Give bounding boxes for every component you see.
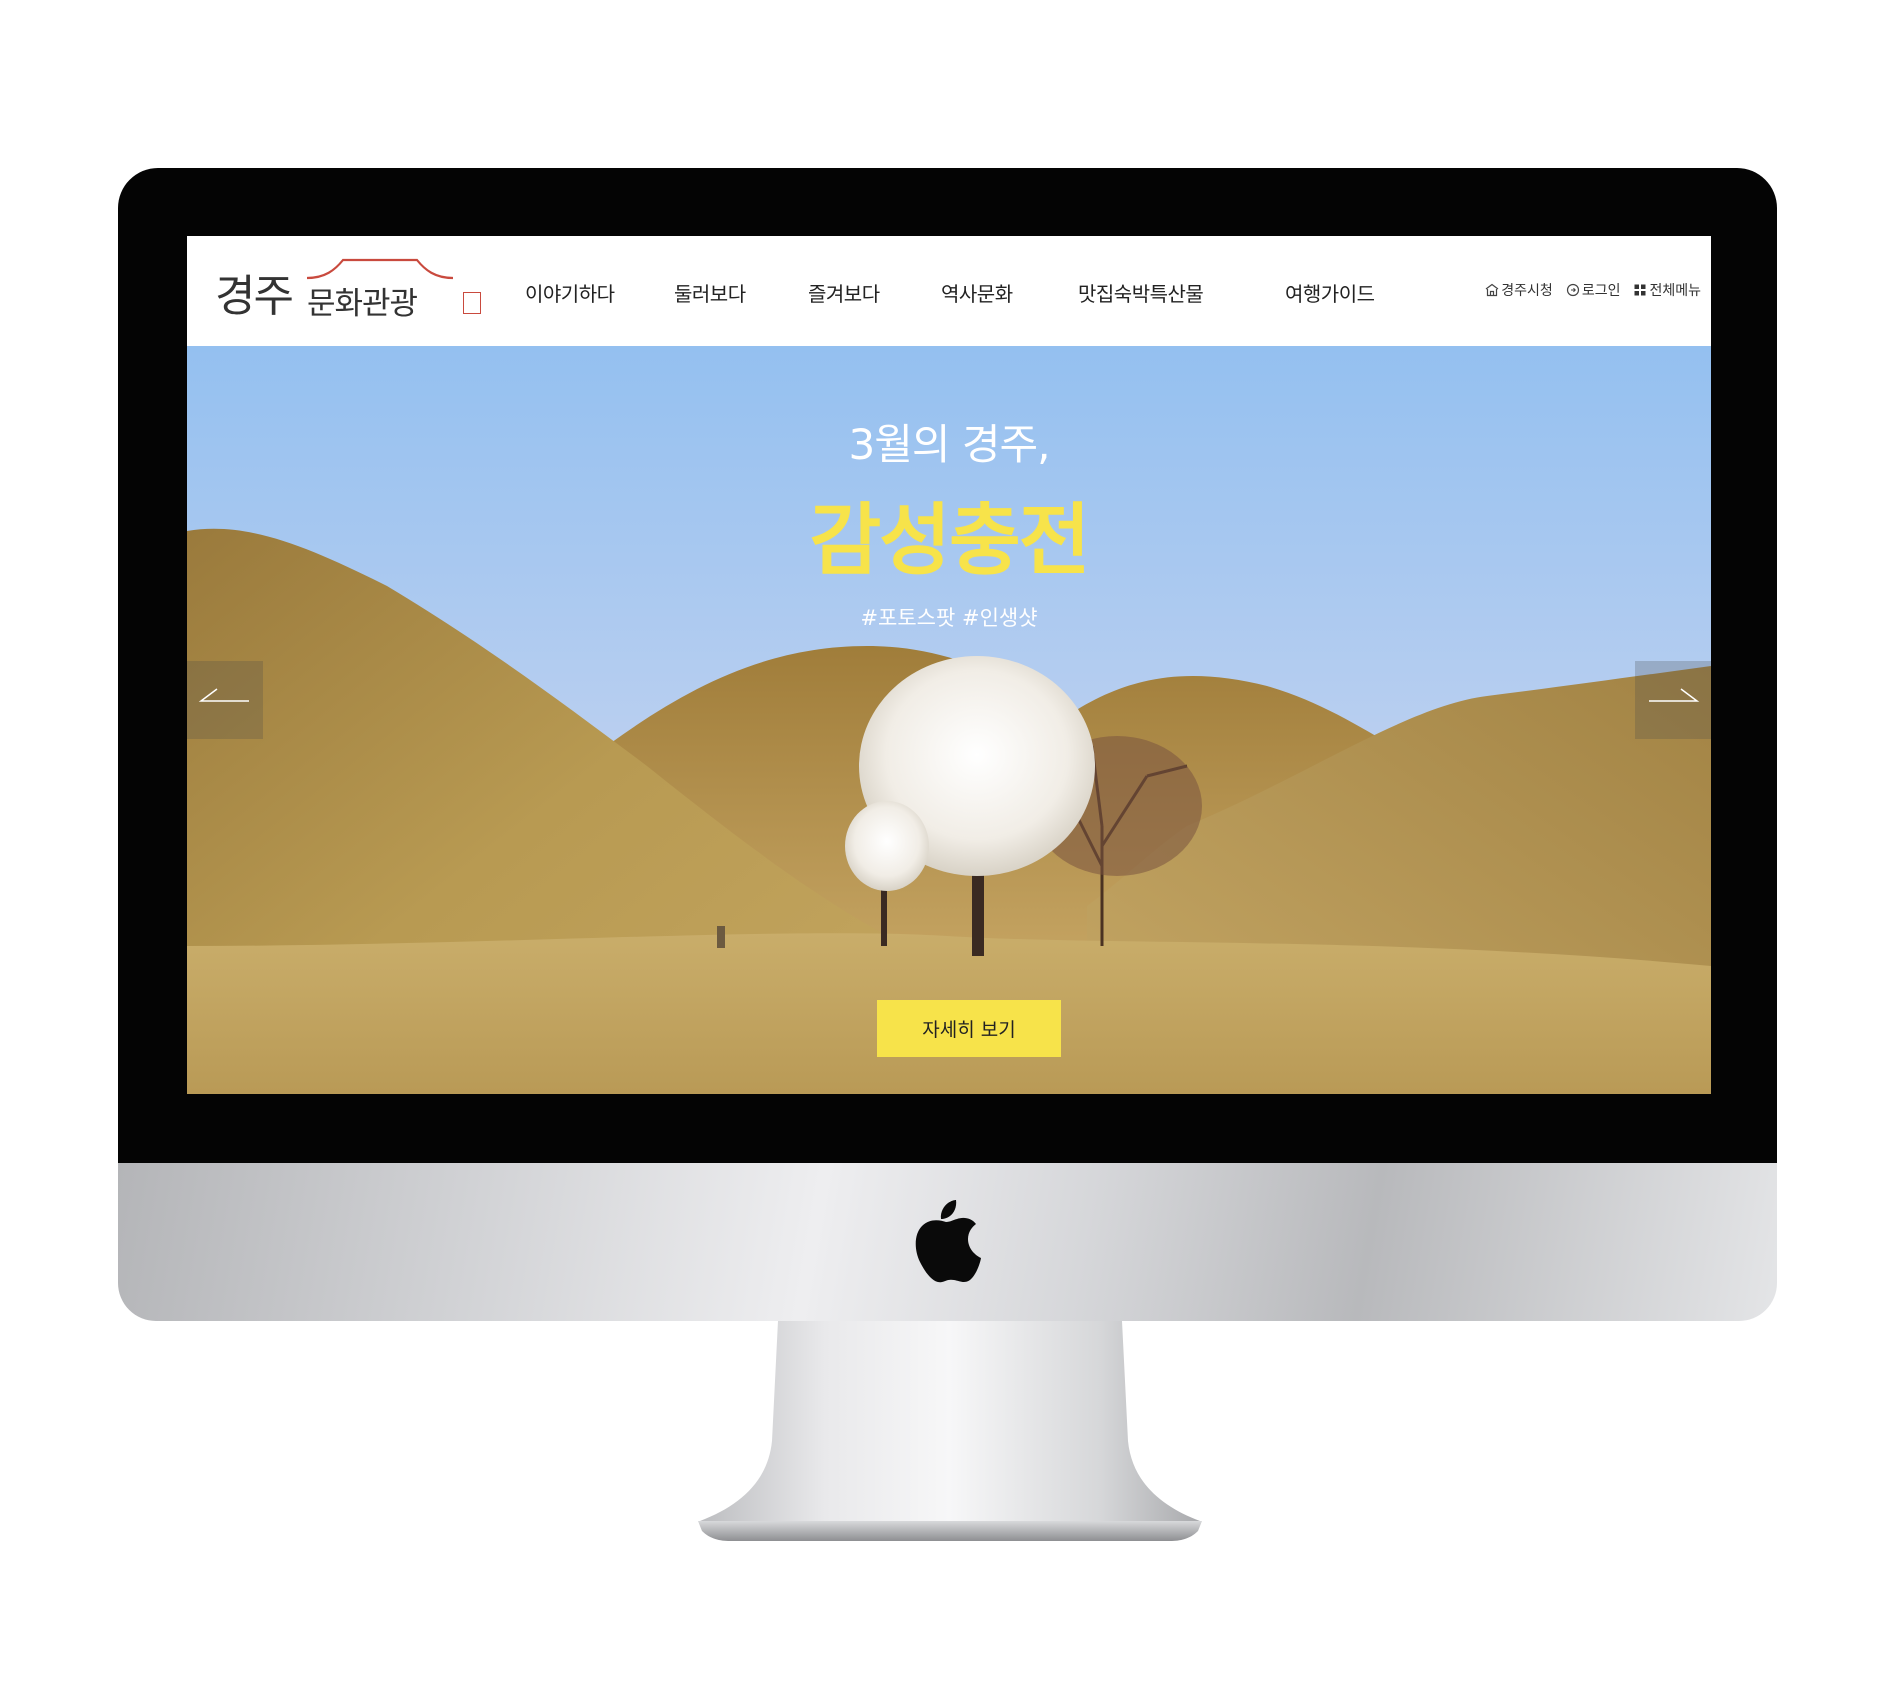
util-city-hall-label: 경주시청 bbox=[1501, 283, 1553, 299]
util-all-menu-button[interactable]: 전체메뉴 bbox=[1633, 280, 1701, 300]
slider-next-button[interactable] bbox=[1635, 661, 1711, 739]
util-city-hall-link[interactable]: 경주시청 bbox=[1485, 280, 1553, 300]
building-icon bbox=[1485, 283, 1499, 297]
nav-item-story[interactable]: 이야기하다 bbox=[525, 278, 615, 307]
nav-item-enjoy[interactable]: 즐겨보다 bbox=[808, 278, 880, 307]
hero-hashtags: #포토스팟 #인생샷 bbox=[860, 606, 1038, 630]
apple-logo-icon bbox=[915, 1200, 981, 1283]
hero-title: 감성충전 bbox=[809, 496, 1090, 586]
monitor-stand bbox=[698, 1321, 1202, 1541]
nav-item-history[interactable]: 역사문화 bbox=[941, 278, 1013, 307]
util-login-label: 로그인 bbox=[1581, 283, 1621, 299]
arrow-right-icon bbox=[1649, 688, 1700, 702]
arrow-left-icon bbox=[198, 688, 249, 702]
login-circle-icon bbox=[1566, 283, 1579, 297]
nav-item-food-stay[interactable]: 맛집숙박특산물 bbox=[1078, 278, 1204, 307]
main-navigation: 이야기하다 둘러보다 즐겨보다 역사문화 맛집숙박특산물 여행가이드 bbox=[187, 236, 1711, 346]
util-login-link[interactable]: 로그인 bbox=[1566, 280, 1621, 300]
grid-icon bbox=[1634, 284, 1646, 296]
hero-slider: 3월의 경주, 감성충전 #포토스팟 #인생샷 자세히 보기 bbox=[187, 346, 1711, 1094]
nav-item-guide[interactable]: 여행가이드 bbox=[1285, 278, 1375, 307]
nav-item-explore[interactable]: 둘러보다 bbox=[674, 278, 746, 307]
imac-mockup: 경주 문화관광 이야기하다 둘러보다 즐겨보다 역사문화 맛집숙박특산물 여행가… bbox=[0, 0, 1900, 1688]
util-all-menu-label: 전체메뉴 bbox=[1649, 283, 1701, 299]
hero-subtitle: 3월의 경주, bbox=[848, 420, 1051, 469]
utility-menu: 경주시청 로그인 전체메뉴 bbox=[1485, 280, 1701, 300]
browser-screen: 경주 문화관광 이야기하다 둘러보다 즐겨보다 역사문화 맛집숙박특산물 여행가… bbox=[187, 236, 1711, 1094]
slider-prev-button[interactable] bbox=[187, 661, 263, 739]
site-header: 경주 문화관광 이야기하다 둘러보다 즐겨보다 역사문화 맛집숙박특산물 여행가… bbox=[187, 236, 1711, 346]
detail-button[interactable]: 자세히 보기 bbox=[877, 1000, 1061, 1057]
